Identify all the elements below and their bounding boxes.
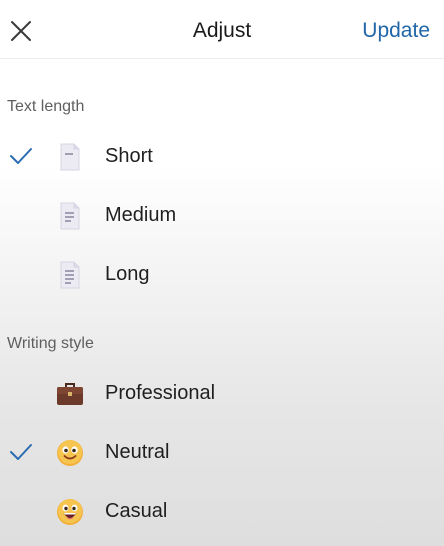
option-label: Medium (105, 204, 177, 226)
option-casual[interactable]: Casual (0, 486, 444, 538)
option-medium[interactable]: Medium (0, 190, 444, 242)
option-label: Long (105, 263, 150, 285)
option-label: Short (105, 145, 153, 167)
section-label-writing-style: Writing style (7, 335, 94, 352)
grinning-face-icon (55, 497, 85, 527)
checkmark-icon (10, 444, 32, 460)
header: Adjust Update (0, 0, 444, 59)
option-label: Professional (105, 382, 216, 404)
option-label: Casual (105, 500, 168, 522)
smiling-face-icon (55, 438, 85, 468)
option-professional[interactable]: Professional (0, 368, 444, 420)
option-short[interactable]: Short (0, 131, 444, 183)
update-button[interactable]: Update (362, 19, 430, 43)
section-label-text-length: Text length (7, 98, 85, 115)
document-medium-icon (55, 201, 85, 231)
document-short-icon (55, 142, 85, 172)
briefcase-icon (55, 379, 85, 409)
option-label: Neutral (105, 441, 170, 463)
document-long-icon (55, 260, 85, 290)
option-long[interactable]: Long (0, 249, 444, 301)
checkmark-icon (10, 148, 32, 164)
option-neutral[interactable]: Neutral (0, 427, 444, 479)
